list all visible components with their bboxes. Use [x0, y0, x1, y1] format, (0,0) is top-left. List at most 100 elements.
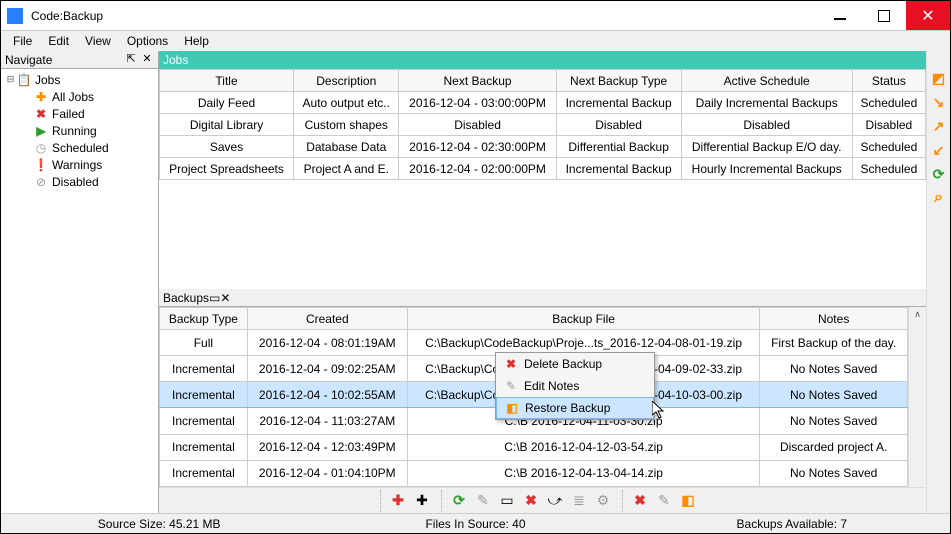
refresh-button[interactable]: ⟳ — [450, 492, 468, 510]
tree-item-all-jobs[interactable]: ✚All Jobs — [3, 88, 156, 105]
context-item-icon: ◧ — [503, 401, 521, 415]
backups-col-header[interactable]: Created — [247, 308, 407, 330]
menu-view[interactable]: View — [77, 32, 119, 50]
settings-button[interactable]: ⚙ — [594, 492, 612, 510]
tree-item-failed[interactable]: ✖Failed — [3, 105, 156, 122]
table-row[interactable]: Incremental2016-12-04 - 01:04:10PMC:\B 2… — [160, 460, 908, 486]
restore-button[interactable]: ◧ — [679, 492, 697, 510]
close-button[interactable]: ✕ — [906, 1, 950, 30]
table-row[interactable]: SavesDatabase Data2016-12-04 - 02:30:00P… — [160, 136, 926, 158]
maximize-button[interactable] — [862, 1, 906, 30]
expander-icon[interactable]: ⊟ — [5, 74, 16, 85]
tree-item-label: Warnings — [52, 158, 102, 172]
backups-col-header[interactable]: Notes — [760, 308, 908, 330]
context-menu: ✖Delete Backup✎Edit Notes◧Restore Backup — [495, 352, 655, 420]
menu-edit[interactable]: Edit — [40, 32, 77, 50]
tool-search-icon[interactable]: ⌕ — [930, 189, 948, 207]
cell: C:\B 2016-12-04-12-03-54.zip — [407, 434, 759, 460]
cell: Incremental Backup — [556, 158, 681, 180]
navigate-tree: ⊟ 📋 Jobs ✚All Jobs✖Failed▶Running◷Schedu… — [1, 69, 158, 513]
menu-options[interactable]: Options — [119, 32, 176, 50]
bottom-toolbar: ✚ ✚ ⟳ ✎ ▭ ✖ ⤻ ≣ ⚙ ✖ ✎ ◧ — [159, 487, 926, 513]
tree-item-icon: ▶ — [33, 123, 49, 139]
cell: Disabled — [852, 114, 925, 136]
edit-notes-button[interactable]: ✎ — [655, 492, 673, 510]
titlebar: Code:Backup ✕ — [1, 1, 950, 31]
tree-item-warnings[interactable]: ❗Warnings — [3, 156, 156, 173]
jobs-col-header[interactable]: Next Backup — [399, 70, 556, 92]
jobs-col-header[interactable]: Next Backup Type — [556, 70, 681, 92]
add-job-button[interactable]: ✚ — [389, 492, 407, 510]
app-icon — [7, 8, 23, 24]
delete-backup-button[interactable]: ✖ — [631, 492, 649, 510]
table-row[interactable]: Digital LibraryCustom shapesDisabledDisa… — [160, 114, 926, 136]
menu-file[interactable]: File — [5, 32, 40, 50]
context-item-label: Restore Backup — [521, 401, 610, 415]
navigate-header: Navigate ⇱ ✕ — [1, 51, 158, 69]
cell: First Backup of the day. — [760, 330, 908, 356]
jobs-col-header[interactable]: Status — [852, 70, 925, 92]
cell: Scheduled — [852, 92, 925, 114]
pane-close-icon[interactable]: ✕ — [140, 53, 154, 67]
cell: 2016-12-04 - 10:02:55AM — [247, 382, 407, 408]
menu-help[interactable]: Help — [176, 32, 217, 50]
tool-fit-icon[interactable]: ↙ — [930, 141, 948, 159]
cell: 2016-12-04 - 11:03:27AM — [247, 408, 407, 434]
cell: Disabled — [399, 114, 556, 136]
cell: Incremental — [160, 460, 248, 486]
scrollbar[interactable] — [908, 307, 926, 487]
add-multi-button[interactable]: ✚ — [413, 492, 431, 510]
cell: 2016-12-04 - 12:03:49PM — [247, 434, 407, 460]
menubar: File Edit View Options Help — [1, 31, 950, 51]
tree-item-scheduled[interactable]: ◷Scheduled — [3, 139, 156, 156]
jobs-col-header[interactable]: Active Schedule — [681, 70, 852, 92]
context-item-delete-backup[interactable]: ✖Delete Backup — [496, 353, 654, 375]
jobs-col-header[interactable]: Title — [160, 70, 294, 92]
cell: Disabled — [681, 114, 852, 136]
tool-out-icon[interactable]: ↗ — [930, 117, 948, 135]
context-item-restore-backup[interactable]: ◧Restore Backup — [496, 397, 654, 419]
run-button[interactable]: ⤻ — [546, 492, 564, 510]
right-toolstrip: ◩ ↘ ↗ ↙ ⟳ ⌕ — [926, 51, 950, 513]
tool-expand-icon[interactable]: ◩ — [930, 69, 948, 87]
cell: Database Data — [294, 136, 399, 158]
context-item-edit-notes[interactable]: ✎Edit Notes — [496, 375, 654, 397]
cell: Hourly Incremental Backups — [681, 158, 852, 180]
jobs-col-header[interactable]: Description — [294, 70, 399, 92]
tree-item-disabled[interactable]: ⊘Disabled — [3, 173, 156, 190]
close-pane-icon[interactable]: ✕ — [220, 291, 230, 305]
jobs-header: Jobs — [159, 51, 926, 69]
tool-sync-icon[interactable]: ⟳ — [930, 165, 948, 183]
tree-label: Jobs — [35, 73, 60, 87]
backups-col-header[interactable]: Backup Type — [160, 308, 248, 330]
backups-col-header[interactable]: Backup File — [407, 308, 759, 330]
navigate-title: Navigate — [5, 53, 122, 67]
status-files: Files In Source: 40 — [317, 517, 633, 531]
cell: Scheduled — [852, 136, 925, 158]
tree-root-jobs[interactable]: ⊟ 📋 Jobs — [3, 71, 156, 88]
pin-icon[interactable]: ⇱ — [124, 53, 138, 67]
rename-button[interactable]: ▭ — [498, 492, 516, 510]
edit-button[interactable]: ✎ — [474, 492, 492, 510]
status-source-size: Source Size: 45.21 MB — [1, 517, 317, 531]
tree-item-icon: ✖ — [33, 106, 49, 122]
tree-item-label: Failed — [52, 107, 85, 121]
jobs-table: TitleDescriptionNext BackupNext Backup T… — [159, 69, 926, 180]
tree-item-running[interactable]: ▶Running — [3, 122, 156, 139]
cell: Project Spreadsheets — [160, 158, 294, 180]
table-row[interactable]: Project SpreadsheetsProject A and E.2016… — [160, 158, 926, 180]
minimize-button[interactable] — [818, 1, 862, 30]
cell: No Notes Saved — [760, 382, 908, 408]
maximize-pane-icon[interactable]: ▭ — [209, 291, 220, 305]
backups-pane: Backups ▭ ✕ Backup TypeCreatedBackup Fil… — [159, 289, 926, 513]
delete-button[interactable]: ✖ — [522, 492, 540, 510]
table-row[interactable]: Daily FeedAuto output etc..2016-12-04 - … — [160, 92, 926, 114]
list-button[interactable]: ≣ — [570, 492, 588, 510]
cell: 2016-12-04 - 03:00:00PM — [399, 92, 556, 114]
cell: C:\B 2016-12-04-13-04-14.zip — [407, 460, 759, 486]
cell: 2016-12-04 - 02:30:00PM — [399, 136, 556, 158]
tool-in-icon[interactable]: ↘ — [930, 93, 948, 111]
cell: Discarded project A. — [760, 434, 908, 460]
cell: Incremental — [160, 408, 248, 434]
table-row[interactable]: Incremental2016-12-04 - 12:03:49PMC:\B 2… — [160, 434, 908, 460]
